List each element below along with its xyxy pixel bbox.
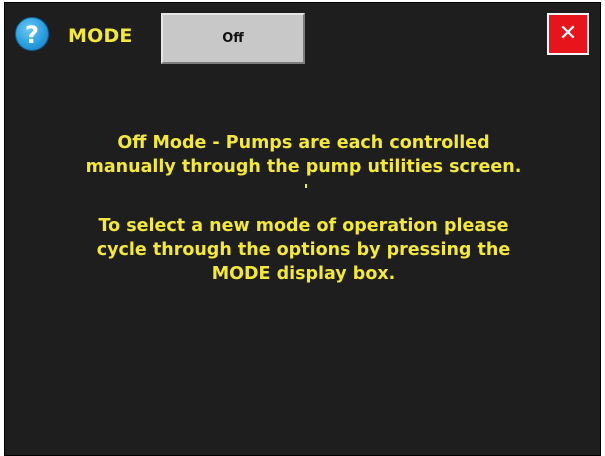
- mode-display-button[interactable]: Off: [161, 13, 305, 64]
- question-mark-icon[interactable]: ?: [15, 17, 49, 51]
- mode-description-line: manually through the pump utilities scre…: [85, 157, 522, 177]
- close-icon: ✕: [558, 21, 578, 46]
- mode-instructions-line: To select a new mode of operation please: [98, 216, 509, 236]
- mode-description-line: Off Mode - Pumps are each controlled: [117, 133, 490, 153]
- mode-description: Off Mode - Pumps are each controlled man…: [25, 131, 582, 179]
- mode-instructions-line: MODE display box.: [211, 264, 396, 284]
- mode-instructions: To select a new mode of operation please…: [25, 214, 582, 286]
- close-button[interactable]: ✕: [547, 13, 589, 55]
- divider-dot: [305, 184, 307, 188]
- mode-label: MODE: [68, 25, 133, 47]
- mode-instructions-line: cycle through the options by pressing th…: [96, 240, 511, 260]
- mode-help-screen: ? MODE Off ✕ Off Mode - Pumps are each c…: [4, 2, 601, 456]
